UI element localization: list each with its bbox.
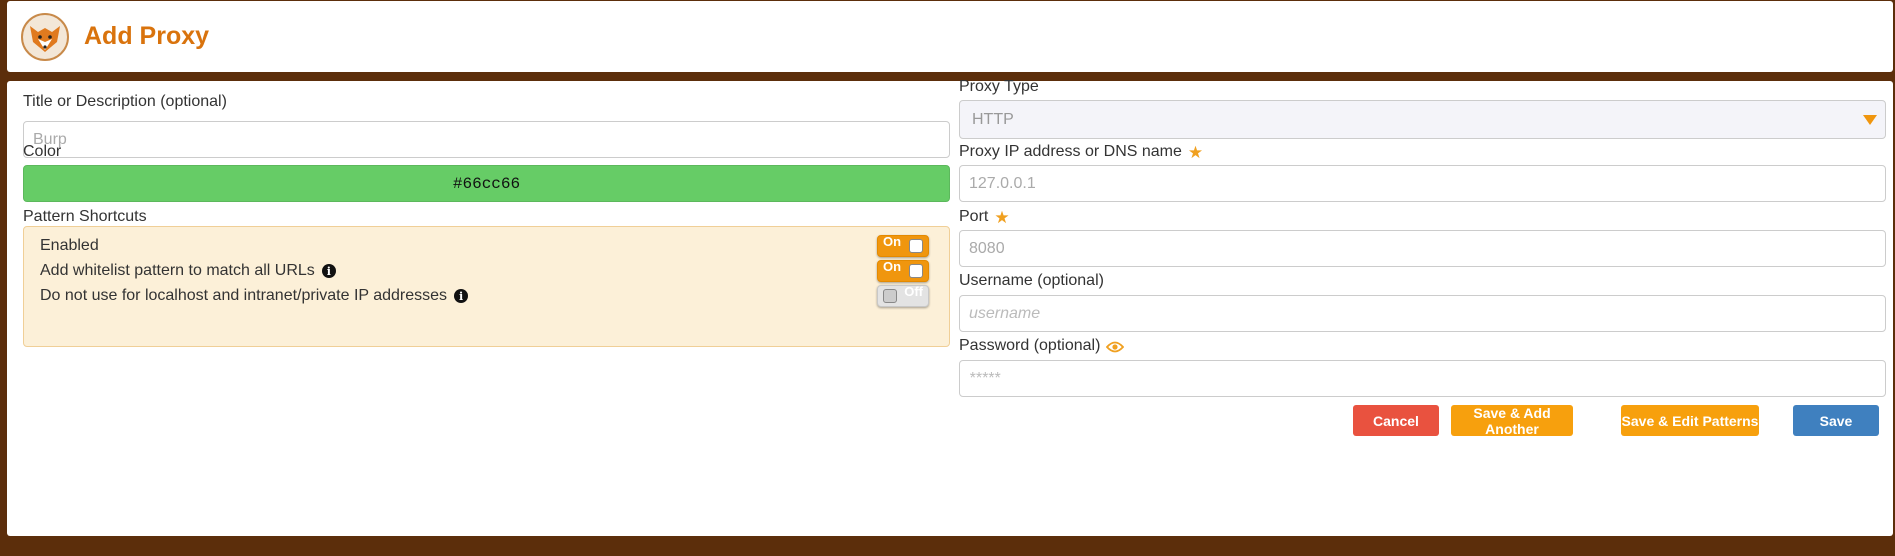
shortcut-row-localhost: Do not use for localhost and intranet/pr… xyxy=(40,283,929,309)
shortcut-label: Do not use for localhost and intranet/pr… xyxy=(40,287,448,304)
port-input[interactable] xyxy=(959,230,1886,267)
info-icon[interactable]: i xyxy=(454,289,469,303)
fox-logo-icon xyxy=(20,12,70,62)
password-input[interactable] xyxy=(959,360,1886,397)
header: Add Proxy xyxy=(7,1,1893,72)
save-add-another-button[interactable]: Save & Add Another xyxy=(1451,405,1573,437)
save-edit-patterns-button[interactable]: Save & Edit Patterns xyxy=(1621,405,1759,436)
info-icon[interactable]: i xyxy=(321,264,336,278)
shortcut-label: Enabled xyxy=(40,237,99,254)
toggle-state: On xyxy=(883,259,902,274)
cancel-button[interactable]: Cancel xyxy=(1353,405,1439,436)
proxy-type-label: Proxy Type xyxy=(959,78,1039,96)
localhost-toggle[interactable]: Off xyxy=(877,284,929,307)
title-label: Title or Description (optional) xyxy=(23,93,227,110)
username-input[interactable] xyxy=(959,295,1886,332)
proxy-type-value: HTTP xyxy=(972,110,1014,128)
title-input[interactable] xyxy=(23,121,950,158)
port-label-text: Port xyxy=(959,208,989,225)
pattern-shortcuts-label: Pattern Shortcuts xyxy=(23,208,147,225)
save-button[interactable]: Save xyxy=(1793,405,1879,436)
star-icon: ★ xyxy=(994,207,1010,227)
password-label: Password (optional) xyxy=(959,337,1125,355)
eye-icon[interactable] xyxy=(1106,340,1125,353)
password-label-text: Password (optional) xyxy=(959,337,1101,354)
toggle-knob xyxy=(909,239,923,253)
shortcut-row-whitelist: Add whitelist pattern to match all URLs … xyxy=(40,258,929,284)
proxy-ip-input[interactable] xyxy=(959,165,1886,202)
page-title: Add Proxy xyxy=(84,22,210,50)
proxy-type-select[interactable]: HTTP xyxy=(959,100,1886,139)
add-proxy-form: Title or Description (optional) Color #6… xyxy=(7,78,1893,536)
star-icon: ★ xyxy=(1187,142,1204,162)
toggle-knob xyxy=(883,289,897,303)
color-label: Color xyxy=(23,143,62,160)
whitelist-toggle[interactable]: On xyxy=(877,259,929,282)
caret-down-icon xyxy=(1863,115,1877,125)
pattern-shortcuts-box: Enabled On Add whitelist pattern to matc… xyxy=(23,226,950,347)
proxy-ip-label-text: Proxy IP address or DNS name xyxy=(959,143,1182,160)
color-picker[interactable]: #66cc66 xyxy=(23,165,950,202)
toggle-state: Off xyxy=(904,284,923,299)
proxy-type-label-text: Proxy Type xyxy=(959,78,1039,95)
shortcut-row-enabled: Enabled On xyxy=(40,233,929,259)
proxy-ip-label: Proxy IP address or DNS name ★ xyxy=(959,143,1203,161)
shortcut-label: Add whitelist pattern to match all URLs xyxy=(40,262,315,279)
enabled-toggle[interactable]: On xyxy=(877,234,929,257)
username-label: Username (optional) xyxy=(959,272,1104,289)
toggle-knob xyxy=(909,264,923,278)
port-label: Port ★ xyxy=(959,208,1010,226)
toggle-state: On xyxy=(883,234,902,249)
